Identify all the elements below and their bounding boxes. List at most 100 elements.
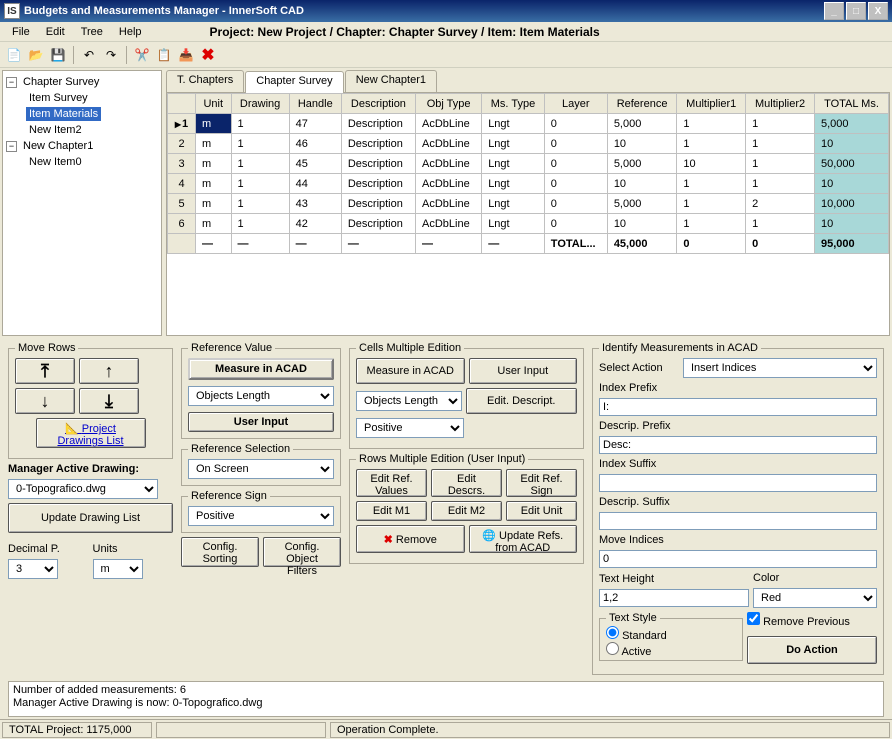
grid-cell[interactable]: m (196, 214, 232, 234)
grid-cell[interactable]: Lngt (482, 194, 545, 214)
grid-cell[interactable]: 45 (289, 154, 341, 174)
grid-cell[interactable]: AcDbLine (416, 194, 482, 214)
do-action-button[interactable]: Do Action (747, 636, 877, 664)
tree-node-label[interactable]: Chapter Survey (20, 75, 102, 89)
grid-cell[interactable]: 10,000 (814, 194, 888, 214)
column-header[interactable]: Handle (289, 94, 341, 114)
grid-cell[interactable]: AcDbLine (416, 134, 482, 154)
remove-previous-checkbox[interactable]: Remove Previous (747, 612, 877, 628)
column-header[interactable]: Description (341, 94, 415, 114)
delete-icon[interactable]: ✖ (198, 45, 218, 65)
grid-cell[interactable]: AcDbLine (416, 174, 482, 194)
grid-cell[interactable]: 1 (231, 134, 289, 154)
menu-tree[interactable]: Tree (73, 24, 111, 40)
grid-cell[interactable]: 1 (746, 114, 815, 134)
grid-cell[interactable]: 1 (677, 194, 746, 214)
grid-cell[interactable]: 1 (677, 134, 746, 154)
edit-ref-values-button[interactable]: Edit Ref. Values (356, 469, 427, 497)
index-prefix-input[interactable] (599, 398, 877, 416)
tree-node-label[interactable]: New Item2 (26, 123, 85, 137)
grid-cell[interactable]: 1 (677, 214, 746, 234)
table-row[interactable]: 2m146DescriptionAcDbLineLngt0101110 (168, 134, 889, 154)
grid-cell[interactable]: 10 (677, 154, 746, 174)
row-header[interactable]: 3 (168, 154, 196, 174)
grid-cell[interactable]: 43 (289, 194, 341, 214)
grid-cell[interactable]: 50,000 (814, 154, 888, 174)
tree-node-label[interactable]: Item Survey (26, 91, 91, 105)
cells-user-input-button[interactable]: User Input (469, 358, 578, 384)
menu-help[interactable]: Help (111, 24, 150, 40)
grid-cell[interactable]: AcDbLine (416, 114, 482, 134)
data-grid[interactable]: UnitDrawingHandleDescriptionObj TypeMs. … (166, 92, 890, 336)
grid-cell[interactable]: 0 (544, 114, 607, 134)
move-top-button[interactable]: ⤒ (15, 358, 75, 384)
grid-cell[interactable]: 1 (746, 214, 815, 234)
grid-cell[interactable]: 5,000 (607, 114, 677, 134)
column-header[interactable]: Unit (196, 94, 232, 114)
edit-m1-button[interactable]: Edit M1 (356, 501, 427, 521)
move-bottom-button[interactable]: ⤓ (79, 388, 139, 414)
edit-ref-sign-button[interactable]: Edit Ref. Sign (506, 469, 577, 497)
project-drawings-link[interactable]: 📐 Project Drawings List (36, 418, 146, 448)
grid-cell[interactable]: Description (341, 174, 415, 194)
remove-button[interactable]: ✖ Remove (356, 525, 465, 553)
grid-cell[interactable]: 5,000 (814, 114, 888, 134)
edit-descrs-button[interactable]: Edit Descrs. (431, 469, 502, 497)
grid-cell[interactable]: Lngt (482, 174, 545, 194)
select-action-select[interactable]: Insert Indices (683, 358, 877, 378)
table-row[interactable]: 1m147DescriptionAcDbLineLngt05,000115,00… (168, 114, 889, 134)
grid-cell[interactable]: m (196, 114, 232, 134)
copy-icon[interactable]: 📋 (154, 45, 174, 65)
grid-cell[interactable]: 44 (289, 174, 341, 194)
grid-cell[interactable]: 5,000 (607, 194, 677, 214)
grid-cell[interactable]: m (196, 174, 232, 194)
grid-cell[interactable]: 1 (231, 214, 289, 234)
text-style-active[interactable]: Active (606, 646, 651, 658)
table-row[interactable]: 6m142DescriptionAcDbLineLngt0101110 (168, 214, 889, 234)
column-header[interactable]: Ms. Type (482, 94, 545, 114)
table-row[interactable]: 4m144DescriptionAcDbLineLngt0101110 (168, 174, 889, 194)
paste-icon[interactable]: 📥 (176, 45, 196, 65)
column-header[interactable]: TOTAL Ms. (814, 94, 888, 114)
color-select[interactable]: Red (753, 588, 877, 608)
grid-cell[interactable]: Lngt (482, 134, 545, 154)
row-header[interactable]: 1 (168, 114, 196, 134)
descrip-prefix-input[interactable] (599, 436, 877, 454)
grid-cell[interactable]: 1 (677, 114, 746, 134)
edit-descript-button[interactable]: Edit. Descript. (466, 388, 578, 414)
tree-expander-icon[interactable]: − (6, 77, 17, 88)
grid-cell[interactable]: Lngt (482, 214, 545, 234)
move-indices-input[interactable] (599, 550, 877, 568)
tree-expander-icon[interactable]: − (6, 141, 17, 152)
grid-cell[interactable]: AcDbLine (416, 154, 482, 174)
grid-cell[interactable]: 10 (607, 214, 677, 234)
cells-objects-select[interactable]: Objects Length (356, 391, 462, 411)
column-header[interactable]: Multiplier1 (677, 94, 746, 114)
row-header[interactable]: 2 (168, 134, 196, 154)
tree-node-label[interactable]: New Chapter1 (20, 139, 96, 153)
grid-cell[interactable]: m (196, 154, 232, 174)
column-header[interactable]: Obj Type (416, 94, 482, 114)
save-icon[interactable]: 💾 (48, 45, 68, 65)
grid-cell[interactable]: 10 (814, 134, 888, 154)
tab[interactable]: Chapter Survey (245, 71, 343, 93)
grid-cell[interactable]: Description (341, 214, 415, 234)
decimal-select[interactable]: 3 (8, 559, 58, 579)
column-header[interactable]: Layer (544, 94, 607, 114)
reference-selection-select[interactable]: On Screen (188, 459, 334, 479)
grid-cell[interactable]: 10 (607, 134, 677, 154)
tree-node[interactable]: New Item0 (6, 154, 158, 170)
tab[interactable]: T. Chapters (166, 70, 244, 92)
log-area[interactable]: Number of added measurements: 6 Manager … (8, 681, 884, 717)
column-header[interactable]: Reference (607, 94, 677, 114)
grid-cell[interactable]: 10 (814, 174, 888, 194)
index-suffix-input[interactable] (599, 474, 877, 492)
move-up-button[interactable]: ↑ (79, 358, 139, 384)
grid-cell[interactable]: m (196, 194, 232, 214)
maximize-button[interactable]: □ (846, 2, 866, 20)
tree-node[interactable]: −Chapter Survey (6, 74, 158, 90)
tree-node[interactable]: Item Materials (6, 106, 158, 122)
tree-node[interactable]: −New Chapter1 (6, 138, 158, 154)
grid-cell[interactable]: 0 (544, 154, 607, 174)
grid-cell[interactable]: Description (341, 154, 415, 174)
